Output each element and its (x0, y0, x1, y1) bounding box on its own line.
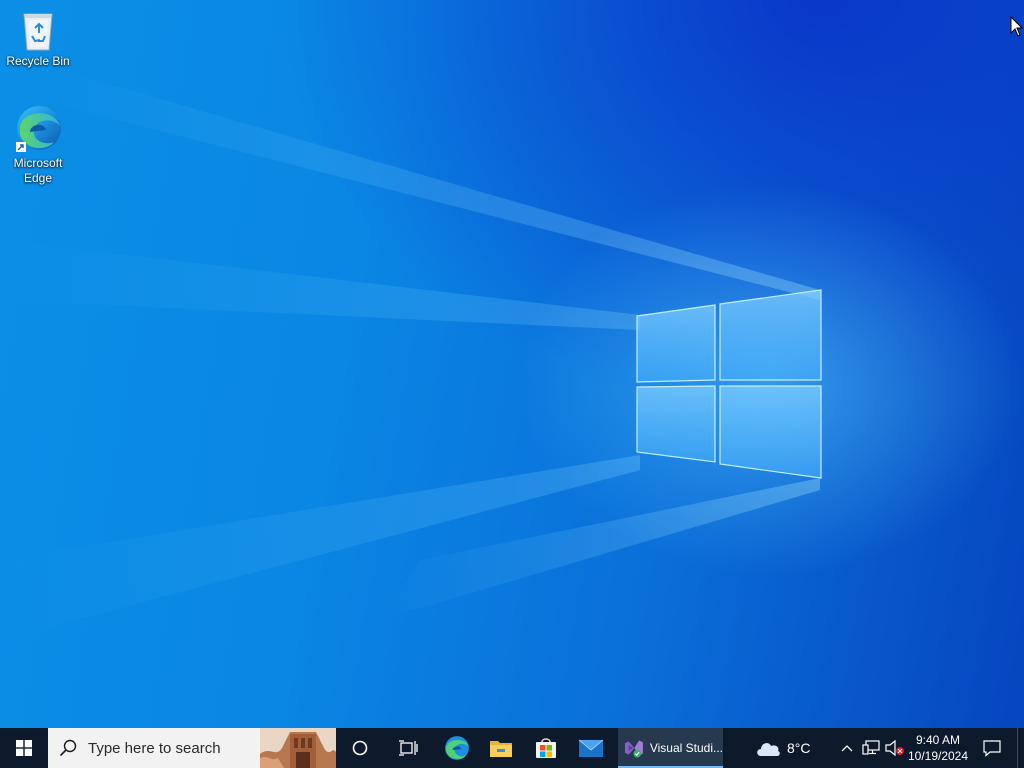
edge-icon (16, 106, 61, 152)
show-hidden-icons-button[interactable] (836, 728, 858, 768)
weather-widget[interactable]: 8°C (755, 728, 821, 768)
desktop-icon-recycle-bin[interactable]: Recycle Bin (2, 6, 74, 69)
cloud-icon (757, 743, 780, 756)
cortana-button[interactable] (338, 728, 382, 768)
windows-logo-wallpaper (636, 289, 822, 479)
cortana-circle-icon (352, 740, 368, 756)
notification-icon (983, 740, 1001, 757)
taskbar-app-label: Visual Studi... (649, 741, 723, 755)
clock-time: 9:40 AM (915, 733, 961, 747)
mail-icon (578, 739, 604, 757)
recycle-bin-icon (23, 13, 53, 51)
desktop-icon-label: Microsoft Edge (13, 156, 63, 185)
weather-temperature: 8°C (787, 740, 811, 756)
chevron-up-icon (841, 745, 853, 752)
clock-date: 10/19/2024 (907, 749, 969, 763)
windows-logo-icon (16, 740, 32, 756)
taskbar-file-explorer-button[interactable] (479, 728, 523, 768)
taskbar-edge-button[interactable] (435, 728, 479, 768)
search-placeholder: Type here to search (88, 740, 221, 757)
volume-muted-icon (885, 740, 904, 756)
task-view-icon (399, 740, 418, 756)
show-desktop-button[interactable] (1017, 728, 1024, 768)
volume-button[interactable] (884, 728, 906, 768)
taskbar-visual-studio-button[interactable]: Visual Studi... (618, 728, 723, 768)
network-button[interactable] (860, 728, 882, 768)
taskbar: Type here to search Visual Studi... 8°C … (0, 728, 1024, 768)
visual-studio-icon (624, 740, 643, 758)
task-view-button[interactable] (386, 728, 430, 768)
clock[interactable]: 9:40 AM 10/19/2024 (906, 728, 970, 768)
search-box[interactable]: Type here to search (48, 728, 336, 768)
desktop-icon-microsoft-edge[interactable]: Microsoft Edge (2, 104, 74, 186)
store-icon (536, 738, 556, 758)
mouse-pointer-icon (1010, 16, 1024, 37)
edge-icon (445, 736, 469, 760)
start-button[interactable] (0, 728, 48, 768)
action-center-button[interactable] (976, 728, 1008, 768)
search-icon (59, 739, 77, 757)
taskbar-mail-button[interactable] (569, 728, 613, 768)
desktop-icon-label: Recycle Bin (6, 54, 70, 68)
folder-icon (490, 741, 512, 757)
desktop[interactable]: Recycle Bin Microsoft Edge (0, 0, 1024, 728)
search-highlight-image (260, 728, 336, 768)
taskbar-store-button[interactable] (524, 728, 568, 768)
network-icon (862, 740, 880, 755)
